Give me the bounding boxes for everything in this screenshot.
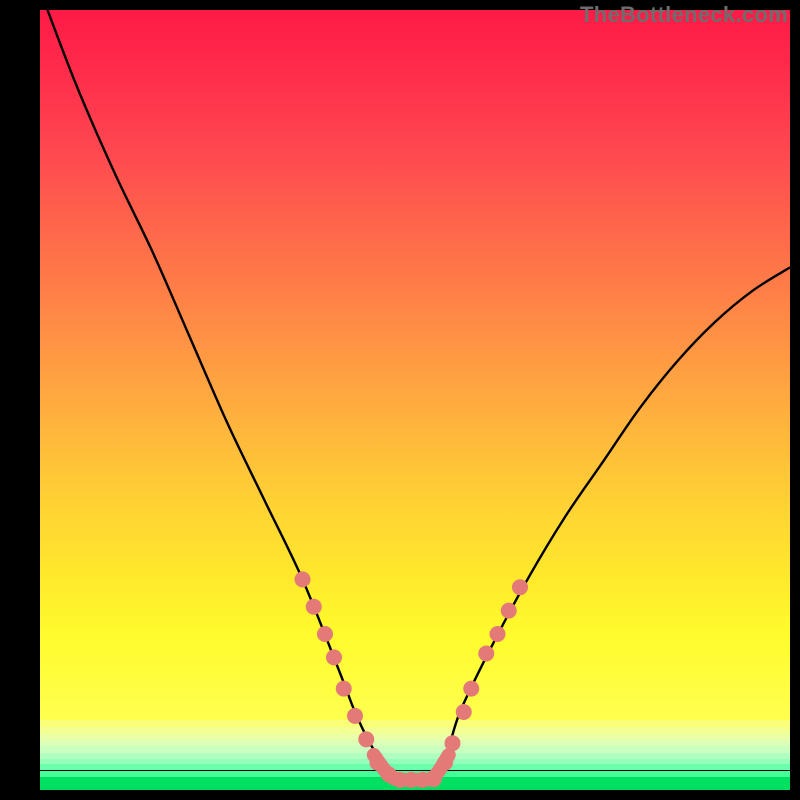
highlighted-points: [295, 571, 529, 787]
marker-dot: [426, 771, 442, 787]
marker-dot: [370, 755, 386, 771]
marker-dot: [437, 755, 453, 771]
marker-dot: [326, 649, 342, 665]
bottleneck-curve: [48, 10, 791, 781]
marker-dot: [336, 681, 352, 697]
marker-dot: [347, 708, 363, 724]
chart-frame: TheBottleneck.com: [0, 0, 800, 800]
marker-dot: [445, 735, 461, 751]
marker-dot: [295, 571, 311, 587]
marker-dot: [306, 599, 322, 615]
marker-dot: [501, 603, 517, 619]
curve-layer: [40, 10, 790, 790]
marker-dot: [456, 704, 472, 720]
marker-dot: [490, 626, 506, 642]
marker-dot: [463, 681, 479, 697]
marker-dot: [478, 646, 494, 662]
plot-area: [40, 10, 790, 790]
marker-dot: [358, 731, 374, 747]
marker-dot: [512, 579, 528, 595]
marker-dot: [317, 626, 333, 642]
watermark-text: TheBottleneck.com: [580, 2, 788, 28]
